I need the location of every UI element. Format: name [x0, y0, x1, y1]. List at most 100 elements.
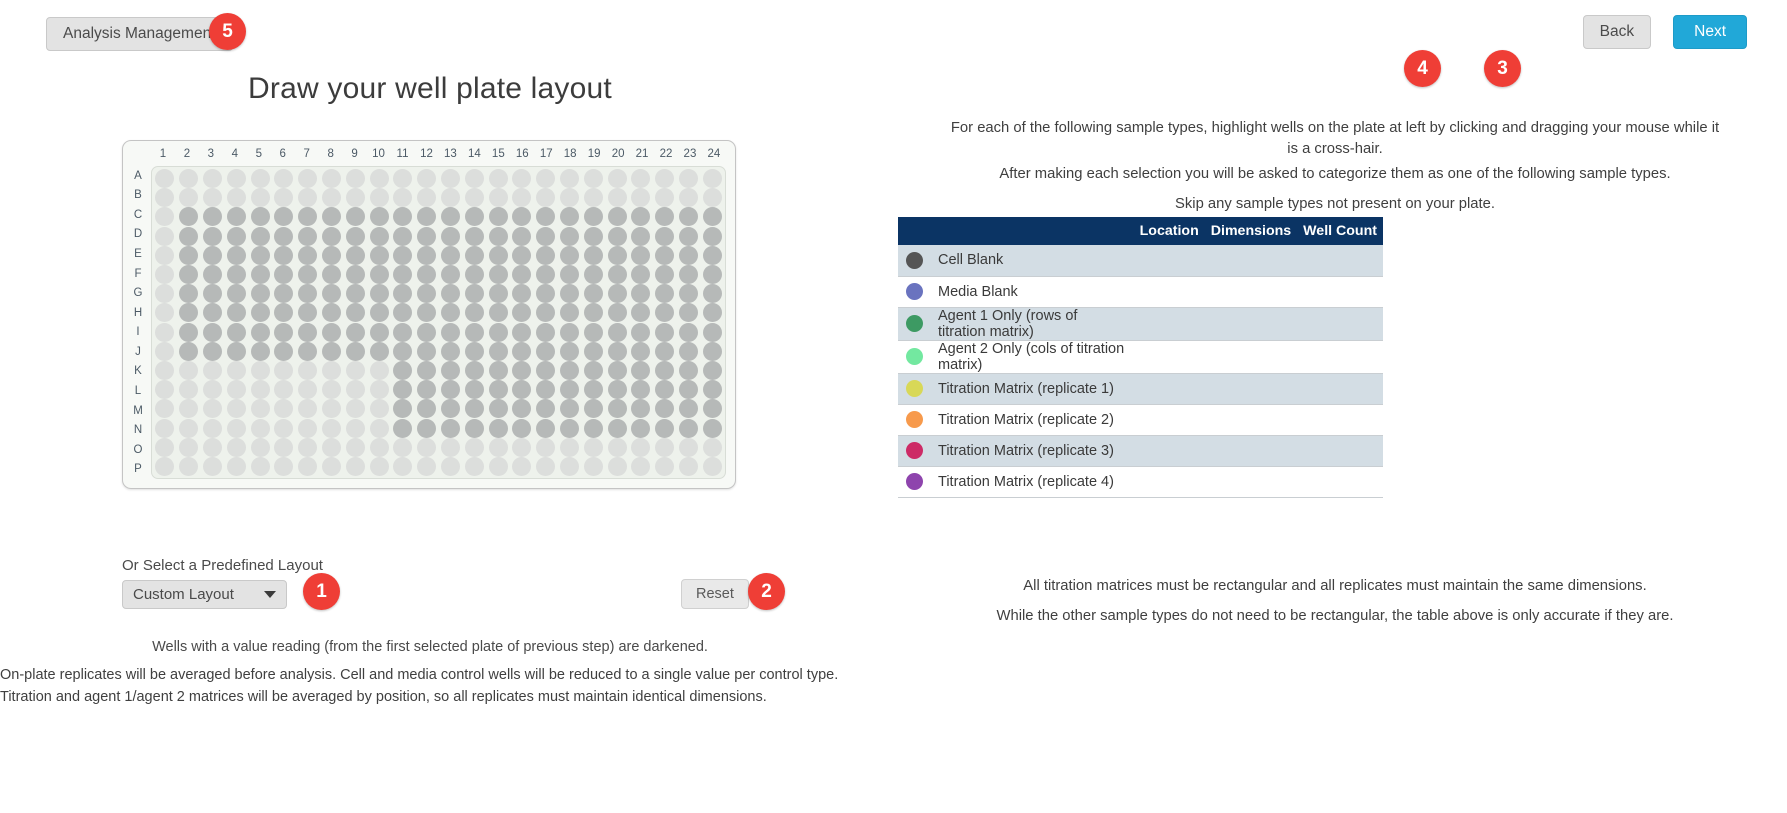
well-N23[interactable]	[677, 418, 701, 438]
well-P21[interactable]	[629, 456, 653, 476]
well-E6[interactable]	[272, 245, 296, 265]
well-J6[interactable]	[272, 341, 296, 361]
well-P10[interactable]	[367, 456, 391, 476]
well-B17[interactable]	[534, 188, 558, 208]
well-P9[interactable]	[343, 456, 367, 476]
well-E1[interactable]	[153, 245, 177, 265]
well-G5[interactable]	[248, 284, 272, 304]
well-G8[interactable]	[320, 284, 344, 304]
well-K11[interactable]	[391, 360, 415, 380]
well-F18[interactable]	[558, 265, 582, 285]
well-D4[interactable]	[224, 226, 248, 246]
well-N17[interactable]	[534, 418, 558, 438]
well-N20[interactable]	[605, 418, 629, 438]
well-L9[interactable]	[343, 380, 367, 400]
well-L1[interactable]	[153, 380, 177, 400]
well-M19[interactable]	[581, 399, 605, 419]
well-E19[interactable]	[581, 245, 605, 265]
well-I9[interactable]	[343, 322, 367, 342]
table-row[interactable]: Cell Blank	[898, 245, 1383, 277]
plate-inner[interactable]	[151, 166, 726, 479]
table-row[interactable]: Titration Matrix (replicate 2)	[898, 404, 1383, 436]
well-K22[interactable]	[653, 360, 677, 380]
well-M8[interactable]	[320, 399, 344, 419]
well-G4[interactable]	[224, 284, 248, 304]
well-B21[interactable]	[629, 188, 653, 208]
well-E21[interactable]	[629, 245, 653, 265]
well-P3[interactable]	[201, 456, 225, 476]
well-H12[interactable]	[415, 303, 439, 323]
well-A12[interactable]	[415, 169, 439, 189]
well-F2[interactable]	[177, 265, 201, 285]
well-O14[interactable]	[462, 437, 486, 457]
well-P17[interactable]	[534, 456, 558, 476]
well-L19[interactable]	[581, 380, 605, 400]
well-A3[interactable]	[201, 169, 225, 189]
well-O4[interactable]	[224, 437, 248, 457]
well-L3[interactable]	[201, 380, 225, 400]
well-D21[interactable]	[629, 226, 653, 246]
well-K1[interactable]	[153, 360, 177, 380]
well-I1[interactable]	[153, 322, 177, 342]
well-E18[interactable]	[558, 245, 582, 265]
well-C14[interactable]	[462, 207, 486, 227]
well-M22[interactable]	[653, 399, 677, 419]
well-N2[interactable]	[177, 418, 201, 438]
well-D7[interactable]	[296, 226, 320, 246]
well-J15[interactable]	[486, 341, 510, 361]
well-I24[interactable]	[700, 322, 724, 342]
well-L23[interactable]	[677, 380, 701, 400]
well-C5[interactable]	[248, 207, 272, 227]
well-I16[interactable]	[510, 322, 534, 342]
well-A23[interactable]	[677, 169, 701, 189]
well-O21[interactable]	[629, 437, 653, 457]
well-C19[interactable]	[581, 207, 605, 227]
well-P7[interactable]	[296, 456, 320, 476]
well-L10[interactable]	[367, 380, 391, 400]
well-A9[interactable]	[343, 169, 367, 189]
well-G9[interactable]	[343, 284, 367, 304]
well-O18[interactable]	[558, 437, 582, 457]
well-B8[interactable]	[320, 188, 344, 208]
well-D20[interactable]	[605, 226, 629, 246]
well-M20[interactable]	[605, 399, 629, 419]
well-M18[interactable]	[558, 399, 582, 419]
well-N14[interactable]	[462, 418, 486, 438]
well-J20[interactable]	[605, 341, 629, 361]
well-G15[interactable]	[486, 284, 510, 304]
well-H10[interactable]	[367, 303, 391, 323]
well-J21[interactable]	[629, 341, 653, 361]
well-B18[interactable]	[558, 188, 582, 208]
well-C2[interactable]	[177, 207, 201, 227]
well-L12[interactable]	[415, 380, 439, 400]
well-F4[interactable]	[224, 265, 248, 285]
well-J10[interactable]	[367, 341, 391, 361]
well-K19[interactable]	[581, 360, 605, 380]
well-N13[interactable]	[439, 418, 463, 438]
well-N18[interactable]	[558, 418, 582, 438]
well-H5[interactable]	[248, 303, 272, 323]
well-H17[interactable]	[534, 303, 558, 323]
well-D10[interactable]	[367, 226, 391, 246]
well-E13[interactable]	[439, 245, 463, 265]
well-N24[interactable]	[700, 418, 724, 438]
table-row[interactable]: Titration Matrix (replicate 1)	[898, 373, 1383, 405]
well-N12[interactable]	[415, 418, 439, 438]
well-E9[interactable]	[343, 245, 367, 265]
well-I13[interactable]	[439, 322, 463, 342]
table-row[interactable]: Agent 2 Only (cols of titration matrix)	[898, 340, 1383, 374]
well-F3[interactable]	[201, 265, 225, 285]
well-F14[interactable]	[462, 265, 486, 285]
well-K5[interactable]	[248, 360, 272, 380]
well-B7[interactable]	[296, 188, 320, 208]
well-C17[interactable]	[534, 207, 558, 227]
well-D12[interactable]	[415, 226, 439, 246]
well-D11[interactable]	[391, 226, 415, 246]
well-J12[interactable]	[415, 341, 439, 361]
well-L21[interactable]	[629, 380, 653, 400]
well-G17[interactable]	[534, 284, 558, 304]
well-E8[interactable]	[320, 245, 344, 265]
well-H19[interactable]	[581, 303, 605, 323]
well-K18[interactable]	[558, 360, 582, 380]
well-D16[interactable]	[510, 226, 534, 246]
